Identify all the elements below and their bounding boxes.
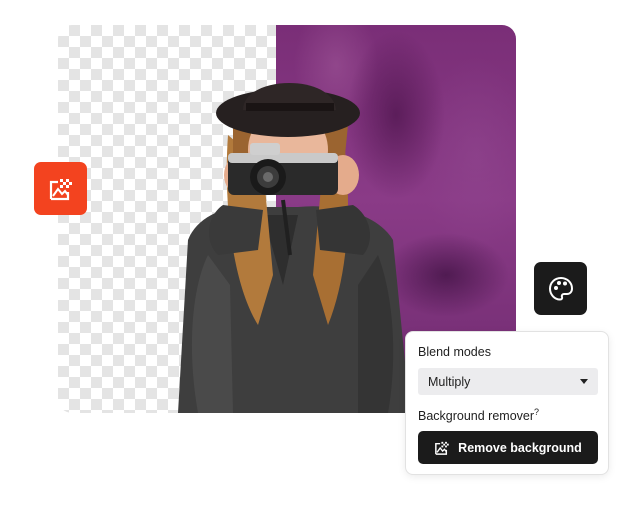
palette-icon: [548, 276, 573, 301]
remove-background-label: Remove background: [458, 440, 582, 455]
remove-background-tool-icon[interactable]: [34, 162, 87, 215]
blend-mode-value: Multiply: [428, 374, 471, 389]
blend-modes-label: Blend modes: [418, 345, 491, 359]
blend-palette-tool-icon[interactable]: [534, 262, 587, 315]
caret-down-icon: [580, 379, 588, 384]
background-remover-label: Background remover?: [418, 407, 540, 424]
help-icon[interactable]: ?: [534, 407, 539, 417]
settings-panel: Blend modes Multiply Background remover?…: [405, 331, 609, 475]
remove-background-button[interactable]: Remove background: [418, 431, 598, 464]
image-remove-bg-icon: [49, 178, 72, 200]
image-remove-bg-icon: [435, 441, 449, 455]
blend-mode-select[interactable]: Multiply: [418, 368, 598, 395]
